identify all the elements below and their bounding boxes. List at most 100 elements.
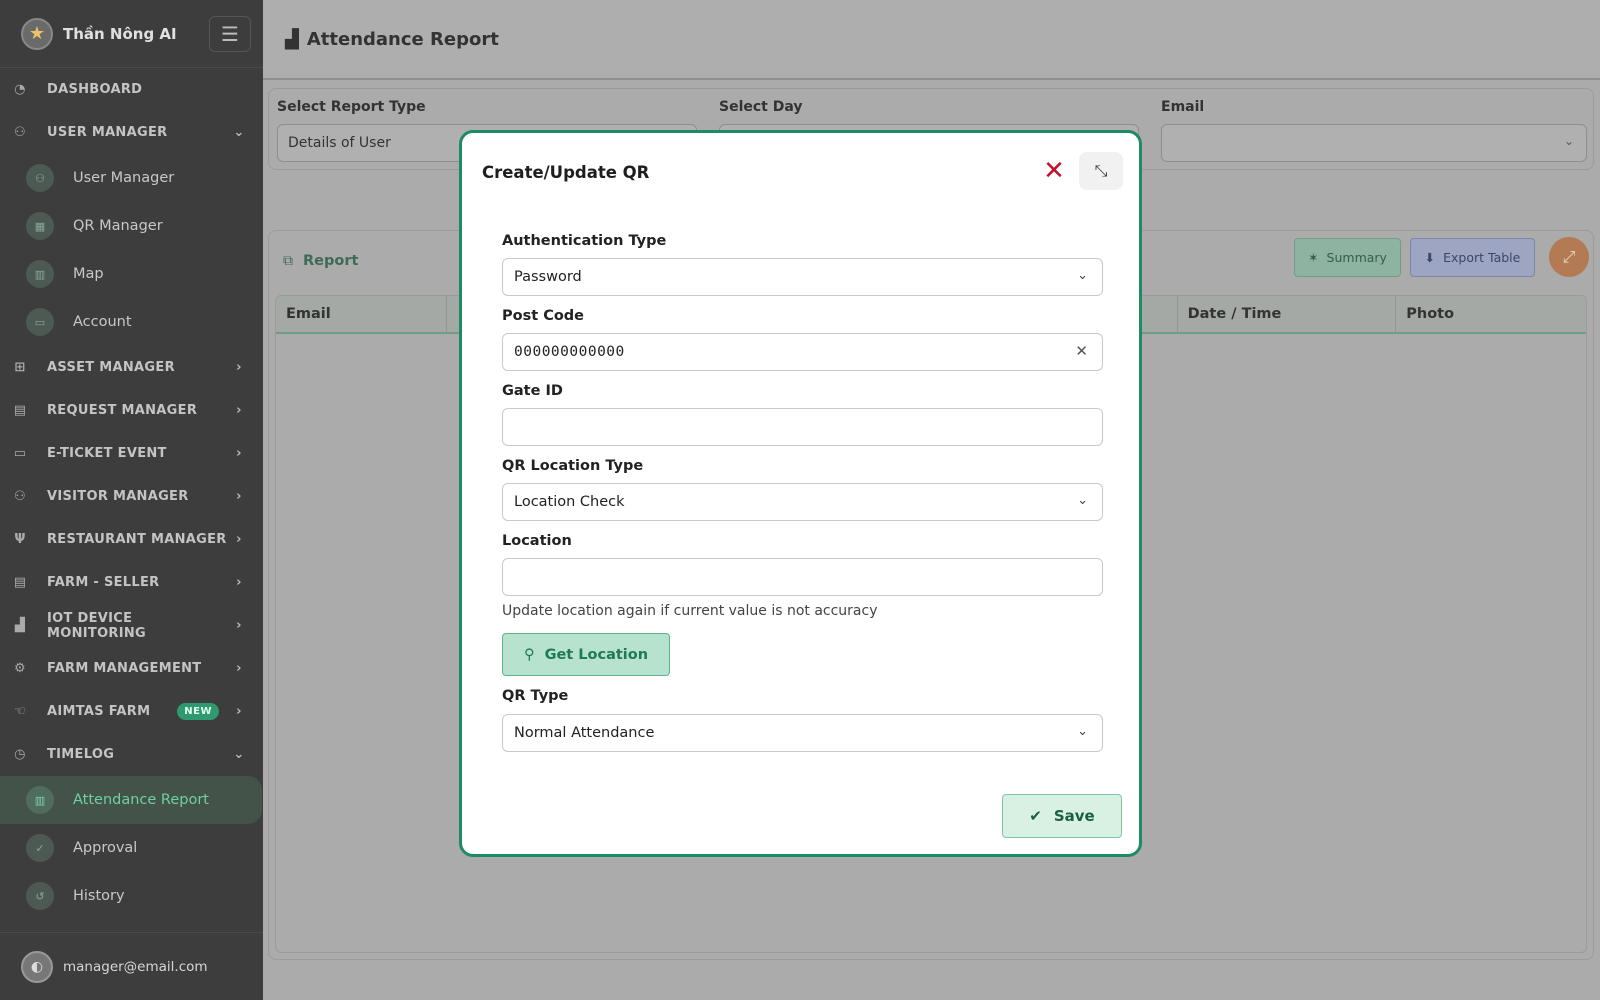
hamburger-icon: ☰ [221, 21, 239, 46]
qr-location-type-label: QR Location Type [502, 458, 644, 474]
chevron-right-icon: › [236, 532, 242, 547]
sidebar-item-label: USER MANAGER [47, 125, 168, 140]
map-icon: ▥ [26, 260, 54, 288]
sidebar-subitem-label: History [73, 888, 125, 904]
close-icon: ✕ [1043, 156, 1065, 186]
expand-button[interactable]: ⤢ [1549, 237, 1589, 277]
sidebar-item-request-manager[interactable]: ▤ REQUEST MANAGER › [0, 389, 263, 432]
sidebar-item-label: VISITOR MANAGER [47, 489, 189, 504]
export-label: Export Table [1443, 250, 1521, 265]
location-label: Location [502, 533, 572, 549]
qr-location-type-select[interactable]: Location Check ⌄ [502, 483, 1103, 521]
location-input[interactable] [502, 558, 1103, 596]
sidebar-item-label: TIMELOG [47, 747, 115, 762]
chevron-right-icon: › [236, 403, 242, 418]
page-title: Attendance Report [306, 28, 499, 50]
post-code-input[interactable]: 000000000000 ✕ [502, 333, 1103, 371]
thumbs-up-icon: ✓ [26, 834, 54, 862]
sidebar-item-asset-manager[interactable]: ⊞ ASSET MANAGER › [0, 346, 263, 389]
summary-label: Summary [1326, 250, 1387, 265]
store-icon: ▤ [13, 575, 27, 590]
qr-type-value: Normal Attendance [514, 725, 655, 741]
sidebar: ★ Thần Nông AI ☰ ◔ DASHBOARD ⚇ USER MANA… [0, 0, 263, 1000]
sidebar-item-aimtas-farm[interactable]: ☜ AIMTAS FARM NEW › [0, 690, 263, 733]
sidebar-item-farm-management[interactable]: ⚙ FARM MANAGEMENT › [0, 647, 263, 690]
qr-type-select[interactable]: Normal Attendance ⌄ [502, 714, 1103, 752]
users-icon: ⚇ [14, 125, 26, 140]
users-icon: ⚇ [26, 164, 54, 192]
clear-icon[interactable]: ✕ [1075, 342, 1088, 360]
get-location-button[interactable]: ⚲ Get Location [502, 633, 670, 676]
chevron-right-icon: › [236, 661, 242, 676]
chevron-right-icon: › [236, 446, 242, 461]
bar-chart-icon: ▟ [285, 28, 299, 50]
download-icon: ⬇ [1424, 250, 1436, 265]
user-email: manager@email.com [63, 958, 208, 975]
utensils-icon: Ψ [14, 532, 26, 547]
sidebar-subitem-history[interactable]: ↺ History [0, 872, 263, 920]
dashboard-icon: ◔ [14, 82, 26, 97]
sidebar-item-farm-seller[interactable]: ▤ FARM - SELLER › [0, 561, 263, 604]
post-code-value: 000000000000 [514, 344, 625, 360]
clock-icon: ◷ [14, 747, 26, 762]
compress-icon: ⤡ [1094, 161, 1108, 180]
sidebar-subitem-account[interactable]: ▭ Account [0, 298, 263, 346]
sidebar-item-label: FARM - SELLER [47, 575, 160, 590]
ticket-icon: ▭ [13, 446, 27, 461]
sidebar-subitem-user-manager[interactable]: ⚇ User Manager [0, 154, 263, 202]
modal-title: Create/Update QR [482, 163, 650, 182]
sidebar-item-e-ticket-event[interactable]: ▭ E-TICKET EVENT › [0, 432, 263, 475]
app-name: Thần Nông AI [63, 24, 177, 43]
sidebar-subitem-label: Attendance Report [73, 792, 209, 808]
avatar: ◐ [21, 950, 53, 983]
sidebar-subitem-label: Account [73, 314, 132, 330]
visitors-icon: ⚇ [14, 489, 26, 504]
clipboard-icon: ▤ [13, 403, 27, 418]
gate-id-label: Gate ID [502, 383, 563, 399]
sidebar-subitem-approval[interactable]: ✓ Approval [0, 824, 263, 872]
sidebar-subitem-label: QR Manager [73, 218, 163, 234]
sidebar-item-restaurant-manager[interactable]: Ψ RESTAURANT MANAGER › [0, 518, 263, 561]
save-label: Save [1053, 807, 1095, 825]
column-header-photo[interactable]: Photo [1396, 296, 1586, 332]
chevron-right-icon: › [236, 575, 242, 590]
sidebar-subitem-map[interactable]: ▥ Map [0, 250, 263, 298]
auth-type-select[interactable]: Password ⌄ [502, 258, 1103, 296]
gate-id-input[interactable] [502, 408, 1103, 446]
sidebar-item-iot-device-monitoring[interactable]: ▟ IOT DEVICE MONITORING › [0, 604, 263, 647]
sidebar-item-label: IOT DEVICE MONITORING [47, 610, 147, 641]
new-badge: NEW [177, 703, 219, 720]
menu-toggle-button[interactable]: ☰ [209, 15, 251, 52]
email-filter-select[interactable]: ⌄ [1161, 124, 1587, 162]
qr-modal: Create/Update QR ✕ ⤡ Authentication Type… [459, 130, 1142, 857]
sidebar-subitem-qr-manager[interactable]: ▦ QR Manager [0, 202, 263, 250]
app-logo: ★ [21, 17, 53, 50]
select-day-label: Select Day [719, 99, 803, 115]
sidebar-item-visitor-manager[interactable]: ⚇ VISITOR MANAGER › [0, 475, 263, 518]
sidebar-subitem-label: User Manager [73, 170, 175, 186]
sidebar-subitem-attendance-report[interactable]: ▥ Attendance Report [0, 776, 262, 824]
fullscreen-button[interactable]: ⤡ [1079, 152, 1123, 190]
page-header: ▟ Attendance Report [263, 0, 1600, 80]
column-header-email[interactable]: Email [276, 296, 447, 332]
sidebar-item-user-manager[interactable]: ⚇ USER MANAGER ⌄ [0, 111, 263, 154]
id-card-icon: ▭ [26, 308, 54, 336]
save-button[interactable]: ✔ Save [1002, 794, 1122, 838]
sidebar-item-dashboard[interactable]: ◔ DASHBOARD [0, 68, 263, 111]
column-header-date-time[interactable]: Date / Time [1178, 296, 1397, 332]
history-icon: ↺ [26, 882, 54, 910]
summary-button[interactable]: ✶ Summary [1294, 238, 1401, 277]
chevron-down-icon: ⌄ [233, 125, 245, 140]
chevron-down-icon: ⌄ [233, 747, 245, 762]
close-button[interactable]: ✕ [1038, 155, 1070, 187]
chevron-right-icon: › [236, 489, 242, 504]
report-type-value: Details of User [288, 135, 391, 151]
sidebar-item-label: FARM MANAGEMENT [47, 661, 202, 676]
qr-type-label: QR Type [502, 688, 569, 704]
sidebar-item-label: ASSET MANAGER [47, 360, 175, 375]
location-hint: Update location again if current value i… [502, 603, 878, 619]
sidebar-item-timelog[interactable]: ◷ TIMELOG ⌄ [0, 733, 263, 776]
post-code-label: Post Code [502, 308, 585, 324]
export-table-button[interactable]: ⬇ Export Table [1410, 238, 1535, 277]
sidebar-footer[interactable]: ◐ manager@email.com [0, 932, 263, 1000]
